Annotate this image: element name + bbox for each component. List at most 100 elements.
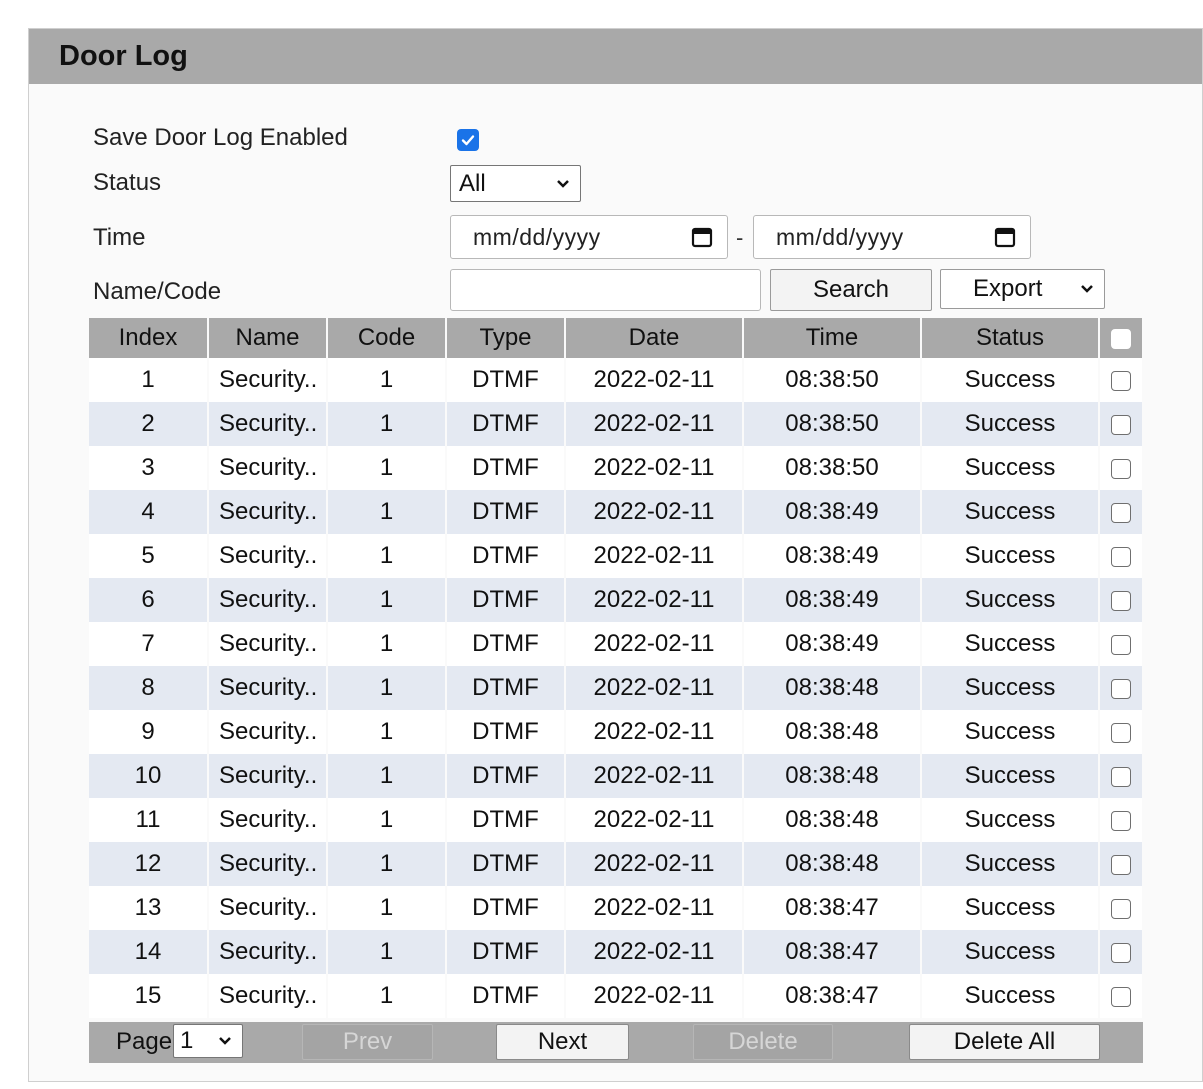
prev-button[interactable]: Prev <box>302 1024 433 1060</box>
cell-name: Security.. <box>208 754 328 798</box>
search-button[interactable]: Search <box>770 269 932 311</box>
row-checkbox[interactable] <box>1111 678 1131 699</box>
page-select[interactable]: 1 <box>173 1024 243 1058</box>
table-row: 11 Security.. 1 DTMF 2022-02-11 08:38:48… <box>89 798 1144 842</box>
date-to-input[interactable]: mm/dd/yyyy <box>753 215 1031 259</box>
export-select-value: Export <box>973 275 1043 302</box>
table-row: 9 Security.. 1 DTMF 2022-02-11 08:38:48 … <box>89 710 1144 754</box>
cell-name: Security.. <box>208 930 328 974</box>
cell-date: 2022-02-11 <box>565 710 744 754</box>
cell-type: DTMF <box>446 402 566 446</box>
table-row: 15 Security.. 1 DTMF 2022-02-11 08:38:47… <box>89 974 1144 1018</box>
cell-select <box>1099 710 1144 754</box>
table-row: 2 Security.. 1 DTMF 2022-02-11 08:38:50 … <box>89 402 1144 446</box>
cell-status: Success <box>921 446 1100 490</box>
cell-code: 1 <box>327 622 447 666</box>
cell-type: DTMF <box>446 358 566 402</box>
calendar-icon[interactable] <box>691 226 713 248</box>
calendar-icon[interactable] <box>994 226 1016 248</box>
next-button[interactable]: Next <box>496 1024 629 1060</box>
time-label: Time <box>93 224 146 251</box>
page-title: Door Log <box>59 40 188 72</box>
cell-time: 08:38:49 <box>743 622 922 666</box>
cell-select <box>1099 842 1144 886</box>
cell-date: 2022-02-11 <box>565 446 744 490</box>
date-separator: - <box>736 225 744 250</box>
cell-time: 08:38:47 <box>743 930 922 974</box>
cell-index: 2 <box>89 402 209 446</box>
check-icon <box>461 135 475 146</box>
date-to-placeholder: mm/dd/yyyy <box>776 223 904 250</box>
cell-code: 1 <box>327 754 447 798</box>
cell-time: 08:38:50 <box>743 402 922 446</box>
export-select[interactable]: Export <box>940 269 1105 309</box>
row-checkbox[interactable] <box>1111 502 1131 523</box>
cell-status: Success <box>921 754 1100 798</box>
cell-select <box>1099 798 1144 842</box>
cell-code: 1 <box>327 534 447 578</box>
cell-name: Security.. <box>208 358 328 402</box>
row-checkbox[interactable] <box>1111 590 1131 611</box>
cell-code: 1 <box>327 842 447 886</box>
pagination-bar: Page 1 Prev Next Delete Delete All <box>89 1022 1143 1063</box>
row-checkbox[interactable] <box>1111 810 1131 831</box>
table-row: 1 Security.. 1 DTMF 2022-02-11 08:38:50 … <box>89 358 1144 402</box>
cell-date: 2022-02-11 <box>565 754 744 798</box>
cell-date: 2022-02-11 <box>565 930 744 974</box>
select-all-checkbox[interactable] <box>1111 328 1131 349</box>
cell-index: 10 <box>89 754 209 798</box>
cell-select <box>1099 930 1144 974</box>
chevron-down-icon <box>1081 285 1093 293</box>
cell-status: Success <box>921 622 1100 666</box>
cell-time: 08:38:50 <box>743 446 922 490</box>
save-door-log-label: Save Door Log Enabled <box>93 124 348 151</box>
cell-date: 2022-02-11 <box>565 886 744 930</box>
cell-status: Success <box>921 842 1100 886</box>
cell-index: 12 <box>89 842 209 886</box>
cell-status: Success <box>921 402 1100 446</box>
save-door-log-checkbox[interactable] <box>457 129 479 151</box>
delete-all-button[interactable]: Delete All <box>909 1024 1100 1060</box>
cell-index: 1 <box>89 358 209 402</box>
cell-select <box>1099 358 1144 402</box>
row-checkbox[interactable] <box>1111 854 1131 875</box>
status-select[interactable]: All <box>450 165 581 202</box>
door-log-table: Index Name Code Type Date Time Status 1 … <box>89 318 1144 1018</box>
chevron-down-icon <box>219 1037 231 1045</box>
row-checkbox[interactable] <box>1111 546 1131 567</box>
table-row: 13 Security.. 1 DTMF 2022-02-11 08:38:47… <box>89 886 1144 930</box>
row-checkbox[interactable] <box>1111 722 1131 743</box>
row-checkbox[interactable] <box>1111 634 1131 655</box>
cell-select <box>1099 534 1144 578</box>
cell-name: Security.. <box>208 578 328 622</box>
cell-date: 2022-02-11 <box>565 578 744 622</box>
cell-time: 08:38:48 <box>743 842 922 886</box>
cell-name: Security.. <box>208 842 328 886</box>
cell-status: Success <box>921 490 1100 534</box>
table-row: 14 Security.. 1 DTMF 2022-02-11 08:38:47… <box>89 930 1144 974</box>
cell-index: 5 <box>89 534 209 578</box>
name-code-label: Name/Code <box>93 278 222 305</box>
name-code-input[interactable] <box>450 269 761 311</box>
date-from-input[interactable]: mm/dd/yyyy <box>450 215 728 259</box>
cell-type: DTMF <box>446 666 566 710</box>
cell-name: Security.. <box>208 402 328 446</box>
row-checkbox[interactable] <box>1111 942 1131 963</box>
cell-code: 1 <box>327 974 447 1018</box>
cell-type: DTMF <box>446 622 566 666</box>
cell-type: DTMF <box>446 930 566 974</box>
row-checkbox[interactable] <box>1111 986 1131 1007</box>
row-checkbox[interactable] <box>1111 458 1131 479</box>
row-checkbox[interactable] <box>1111 766 1131 787</box>
row-checkbox[interactable] <box>1111 414 1131 435</box>
cell-date: 2022-02-11 <box>565 798 744 842</box>
row-checkbox[interactable] <box>1111 898 1131 919</box>
column-header-status: Status <box>921 318 1100 358</box>
cell-index: 9 <box>89 710 209 754</box>
cell-code: 1 <box>327 490 447 534</box>
delete-button[interactable]: Delete <box>693 1024 833 1060</box>
row-checkbox[interactable] <box>1111 370 1131 391</box>
cell-index: 6 <box>89 578 209 622</box>
cell-select <box>1099 622 1144 666</box>
cell-code: 1 <box>327 446 447 490</box>
